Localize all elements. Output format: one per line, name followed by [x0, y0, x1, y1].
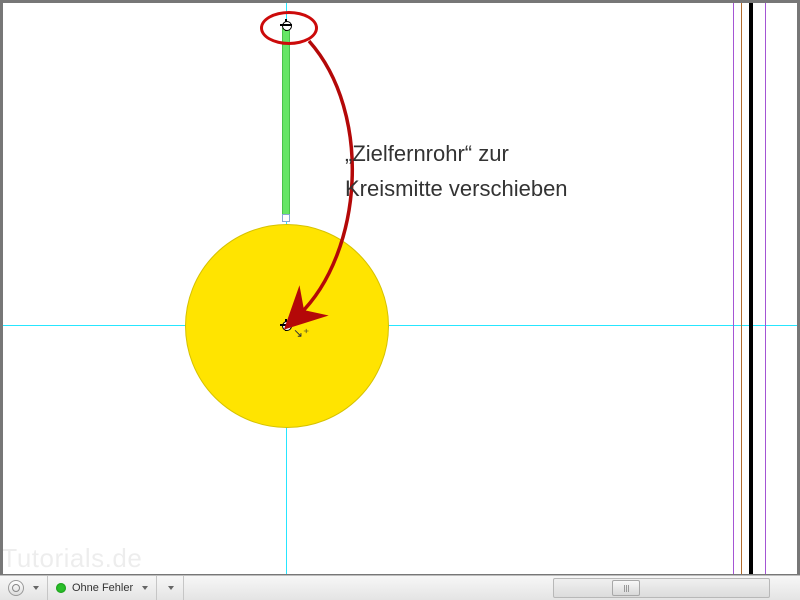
annotation-line-2: Kreismitte verschieben — [345, 171, 568, 206]
preflight-icon — [8, 580, 24, 596]
annotation-text: „Zielfernrohr“ zur Kreismitte verschiebe… — [345, 136, 568, 206]
status-error-label: Ohne Fehler — [72, 582, 133, 594]
status-extra[interactable] — [157, 576, 184, 600]
annotation-line-1: „Zielfernrohr“ zur — [345, 136, 568, 171]
scrollbar-thumb[interactable] — [612, 580, 640, 596]
annotation-arrow — [3, 3, 797, 574]
status-preflight[interactable] — [0, 576, 48, 600]
chevron-down-icon — [168, 586, 174, 590]
status-errors[interactable]: Ohne Fehler — [48, 576, 157, 600]
status-bar: Ohne Fehler — [0, 575, 800, 600]
chevron-down-icon — [142, 586, 148, 590]
chevron-down-icon — [33, 586, 39, 590]
drawing-canvas[interactable]: D-Tutorials.de ↘⁺ „Zielfernrohr“ zur Kre… — [3, 3, 797, 574]
horizontal-scrollbar[interactable] — [553, 578, 770, 598]
status-ok-icon — [56, 583, 66, 593]
